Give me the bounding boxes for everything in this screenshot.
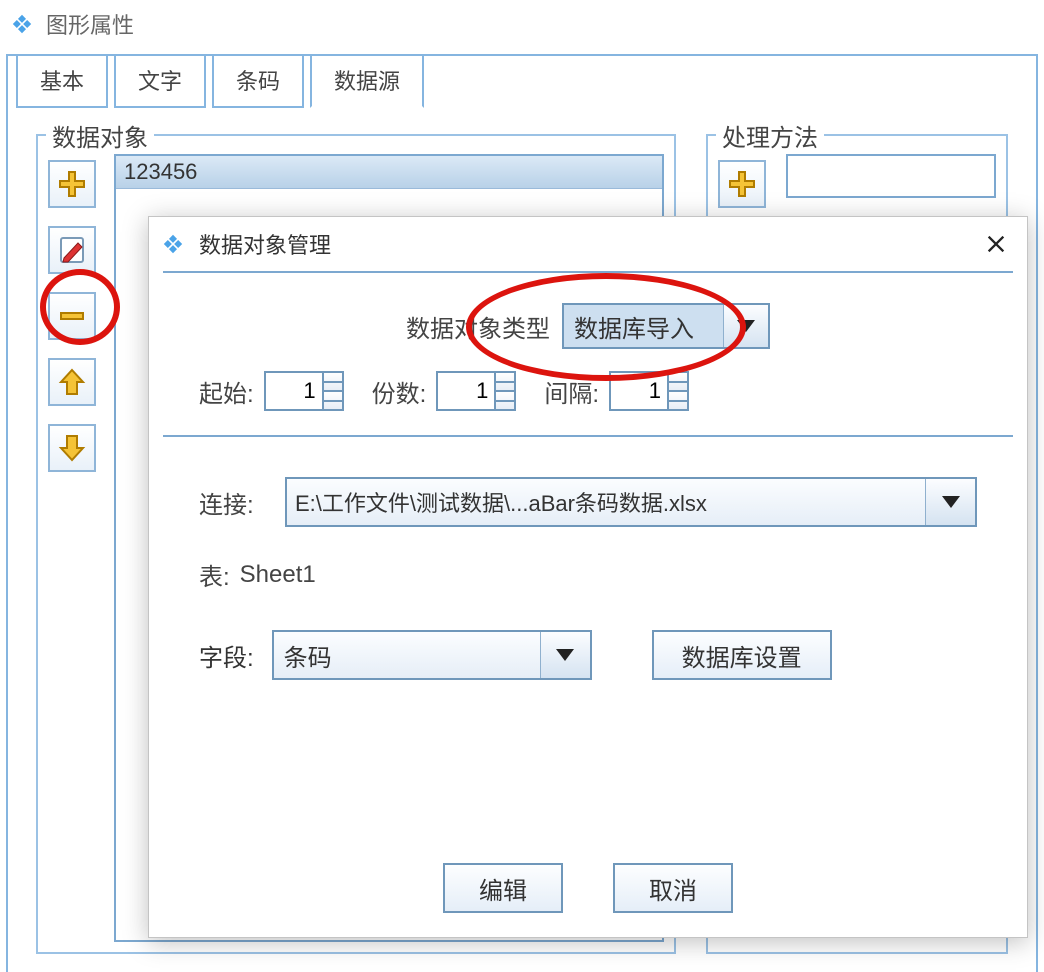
copies-down[interactable]	[496, 390, 516, 411]
move-down-button[interactable]	[48, 424, 96, 472]
caret-down-icon	[324, 400, 342, 402]
connect-row: 连接: E:\工作文件\测试数据\...aBar条码数据.xlsx	[199, 477, 977, 527]
title-bar: 图形属性	[0, 0, 1044, 54]
db-settings-button[interactable]: 数据库设置	[652, 630, 832, 680]
field-label: 字段:	[199, 638, 254, 673]
caret-up-icon	[669, 381, 687, 383]
caret-down-icon	[496, 400, 514, 402]
tab-datasource[interactable]: 数据源	[310, 54, 424, 108]
start-label: 起始:	[199, 374, 254, 409]
cancel-button[interactable]: 取消	[613, 863, 733, 913]
window-title: 图形属性	[46, 8, 134, 40]
connect-dropdown-button[interactable]	[925, 479, 975, 525]
pencil-icon	[57, 235, 87, 265]
copies-spinner[interactable]	[436, 371, 516, 411]
proc-add-button[interactable]	[718, 160, 766, 208]
arrow-up-icon	[57, 367, 87, 397]
field-dropdown-button[interactable]	[540, 632, 590, 678]
edit-button[interactable]	[48, 226, 96, 274]
start-up[interactable]	[324, 371, 344, 390]
start-down[interactable]	[324, 390, 344, 411]
chevron-down-icon	[942, 496, 960, 508]
chevron-down-icon	[556, 649, 574, 661]
interval-label: 间隔:	[544, 374, 599, 409]
plus-icon	[727, 169, 757, 199]
field-row: 字段: 条码 数据库设置	[199, 630, 977, 680]
close-icon	[985, 233, 1007, 255]
chevron-down-icon	[737, 320, 755, 332]
sheet-row: 表: Sheet1	[199, 557, 977, 592]
type-value: 数据库导入	[564, 305, 724, 347]
connect-value: E:\工作文件\测试数据\...aBar条码数据.xlsx	[287, 479, 925, 525]
copies-label: 份数:	[372, 374, 427, 409]
move-up-button[interactable]	[48, 358, 96, 406]
db-section: 连接: E:\工作文件\测试数据\...aBar条码数据.xlsx 表: She…	[163, 437, 1013, 680]
start-input[interactable]	[264, 371, 324, 411]
interval-spinner[interactable]	[609, 371, 689, 411]
caret-up-icon	[496, 381, 514, 383]
interval-input[interactable]	[609, 371, 669, 411]
group-proc-legend: 处理方法	[716, 118, 824, 153]
data-object-dialog: 数据对象管理 数据对象类型 数据库导入 起始:	[148, 216, 1028, 938]
list-item[interactable]: 123456	[116, 156, 662, 189]
tab-basic[interactable]: 基本	[16, 54, 108, 108]
start-spinner[interactable]	[264, 371, 344, 411]
copies-up[interactable]	[496, 371, 516, 390]
field-value: 条码	[274, 632, 540, 678]
remove-button[interactable]	[48, 292, 96, 340]
type-combo[interactable]: 数据库导入	[562, 303, 770, 349]
edit-action-button[interactable]: 编辑	[443, 863, 563, 913]
sheet-label: 表:	[199, 557, 230, 592]
copies-input[interactable]	[436, 371, 496, 411]
numeric-row: 起始: 份数:	[163, 371, 1013, 437]
interval-up[interactable]	[669, 371, 689, 390]
dialog-footer: 编辑 取消	[149, 841, 1027, 937]
dialog-icon	[159, 230, 187, 258]
sheet-value: Sheet1	[240, 561, 316, 589]
connect-combo[interactable]: E:\工作文件\测试数据\...aBar条码数据.xlsx	[285, 477, 977, 527]
dialog-close-button[interactable]	[979, 227, 1013, 261]
minus-icon	[57, 301, 87, 331]
type-row: 数据对象类型 数据库导入	[163, 303, 1013, 349]
caret-down-icon	[669, 400, 687, 402]
dialog-body: 数据对象类型 数据库导入 起始: 份数:	[163, 271, 1013, 841]
processing-list[interactable]	[786, 154, 996, 198]
dialog-titlebar: 数据对象管理	[149, 217, 1027, 271]
add-button[interactable]	[48, 160, 96, 208]
app-icon	[8, 10, 36, 38]
tab-barcode[interactable]: 条码	[212, 54, 304, 108]
field-combo[interactable]: 条码	[272, 630, 592, 680]
data-icon-column	[48, 154, 104, 942]
dialog-title: 数据对象管理	[199, 228, 331, 260]
interval-down[interactable]	[669, 390, 689, 411]
plus-icon	[57, 169, 87, 199]
tab-strip: 基本 文字 条码 数据源	[6, 54, 424, 108]
connect-label: 连接:	[199, 485, 271, 520]
group-data-legend: 数据对象	[46, 118, 154, 153]
type-label: 数据对象类型	[406, 309, 550, 344]
tab-text[interactable]: 文字	[114, 54, 206, 108]
caret-up-icon	[324, 381, 342, 383]
arrow-down-icon	[57, 433, 87, 463]
type-dropdown-button[interactable]	[724, 305, 768, 347]
